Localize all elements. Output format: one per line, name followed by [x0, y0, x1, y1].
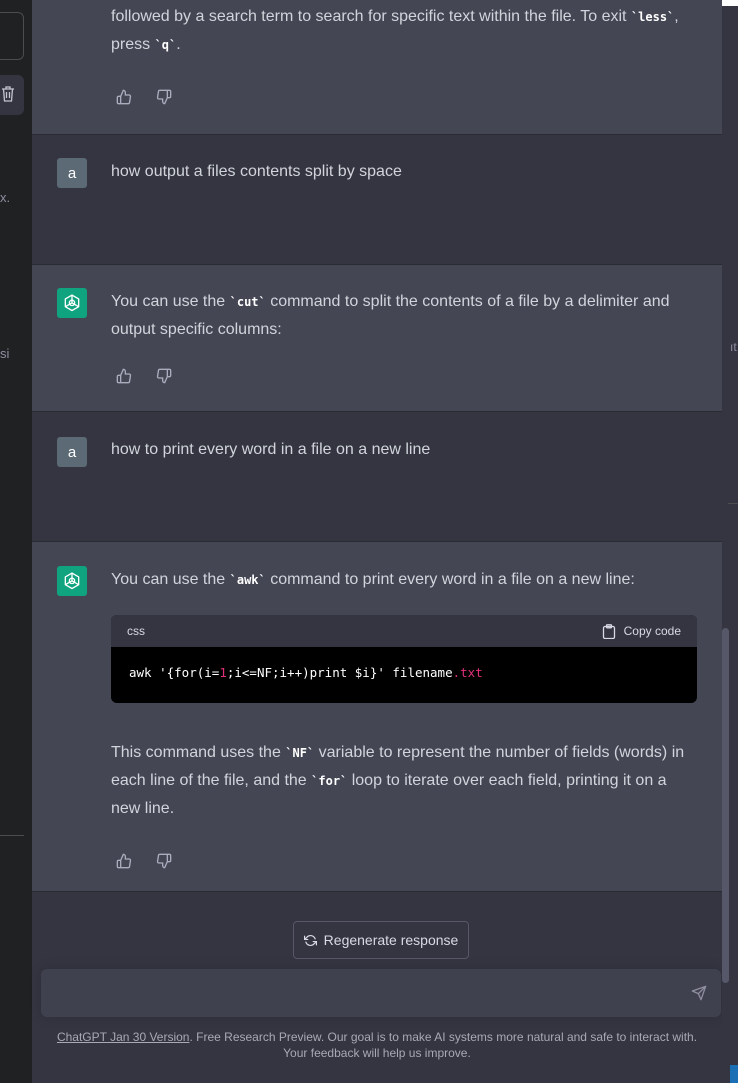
- sidebar-text-fragment: si: [0, 346, 10, 361]
- thumbs-down-icon[interactable]: [156, 89, 172, 105]
- refresh-icon: [303, 934, 317, 946]
- scrollbar[interactable]: [722, 6, 738, 1083]
- inline-code: `cut`: [229, 295, 266, 309]
- thumbs-down-icon[interactable]: [156, 368, 172, 384]
- message-text: You can use the `awk` command to print e…: [111, 571, 635, 588]
- inline-code: `for`: [311, 774, 348, 788]
- openai-logo-icon: [57, 288, 87, 318]
- sidebar-text-fragment: x.: [0, 190, 11, 205]
- thumbs-up-icon[interactable]: [116, 853, 132, 869]
- regenerate-label: Regenerate response: [323, 932, 459, 948]
- trash-icon[interactable]: [1, 86, 15, 102]
- user-message: a how output a files contents split by s…: [32, 135, 722, 265]
- clipboard-icon: [602, 623, 615, 639]
- thumbs-up-icon[interactable]: [116, 368, 132, 384]
- sidebar-divider: [0, 835, 24, 836]
- scrollbar-thumb[interactable]: [722, 628, 729, 983]
- message-text: You can use the `cut` command to split t…: [111, 293, 670, 338]
- inline-code: `q`: [154, 38, 177, 52]
- message-text: how to print every word in a file on a n…: [111, 441, 431, 458]
- corner-accent: [730, 1065, 738, 1083]
- openai-logo-icon: [57, 566, 87, 596]
- regenerate-response-button[interactable]: Regenerate response: [293, 921, 469, 959]
- copy-code-button[interactable]: Copy code: [602, 623, 681, 639]
- paper-plane-icon[interactable]: [691, 985, 707, 1001]
- code-language-label: css: [127, 624, 145, 638]
- edge-text-fragment: ıt: [730, 340, 737, 354]
- inline-code: `NF`: [285, 746, 315, 760]
- new-chat-button[interactable]: [0, 12, 24, 60]
- inline-code: `less`: [630, 10, 675, 24]
- assistant-message: followed by a search term to search for …: [32, 0, 722, 135]
- edge-divider: [728, 503, 738, 504]
- feedback-buttons: [116, 853, 172, 869]
- assistant-message: You can use the `awk` command to print e…: [32, 542, 722, 892]
- footer-disclaimer: ChatGPT Jan 30 Version. Free Research Pr…: [56, 1030, 698, 1060]
- assistant-message: You can use the `cut` command to split t…: [32, 265, 722, 412]
- feedback-buttons: [116, 368, 172, 384]
- feedback-buttons: [116, 89, 172, 105]
- code-block-header: css Copy code: [111, 615, 697, 647]
- version-link[interactable]: ChatGPT Jan 30 Version: [57, 1030, 190, 1044]
- sidebar: x. si: [0, 0, 32, 1083]
- thumbs-down-icon[interactable]: [156, 853, 172, 869]
- message-input[interactable]: [41, 969, 721, 1017]
- user-avatar: a: [57, 437, 87, 467]
- conversation-area: followed by a search term to search for …: [32, 0, 722, 1083]
- message-text: This command uses the `NF` variable to r…: [111, 744, 685, 817]
- code-content: awk '{for(i=1;i<=NF;i++)print $i}' filen…: [129, 665, 483, 680]
- code-block: css Copy code awk '{for(i=1;i<=NF;i++)pr…: [111, 615, 697, 703]
- user-message: a how to print every word in a file on a…: [32, 412, 722, 542]
- user-avatar: a: [57, 158, 87, 188]
- message-text: how output a files contents split by spa…: [111, 163, 402, 180]
- message-text: followed by a search term to search for …: [111, 8, 679, 53]
- copy-code-label: Copy code: [623, 624, 681, 638]
- inline-code: `awk`: [229, 573, 266, 587]
- thumbs-up-icon[interactable]: [116, 89, 132, 105]
